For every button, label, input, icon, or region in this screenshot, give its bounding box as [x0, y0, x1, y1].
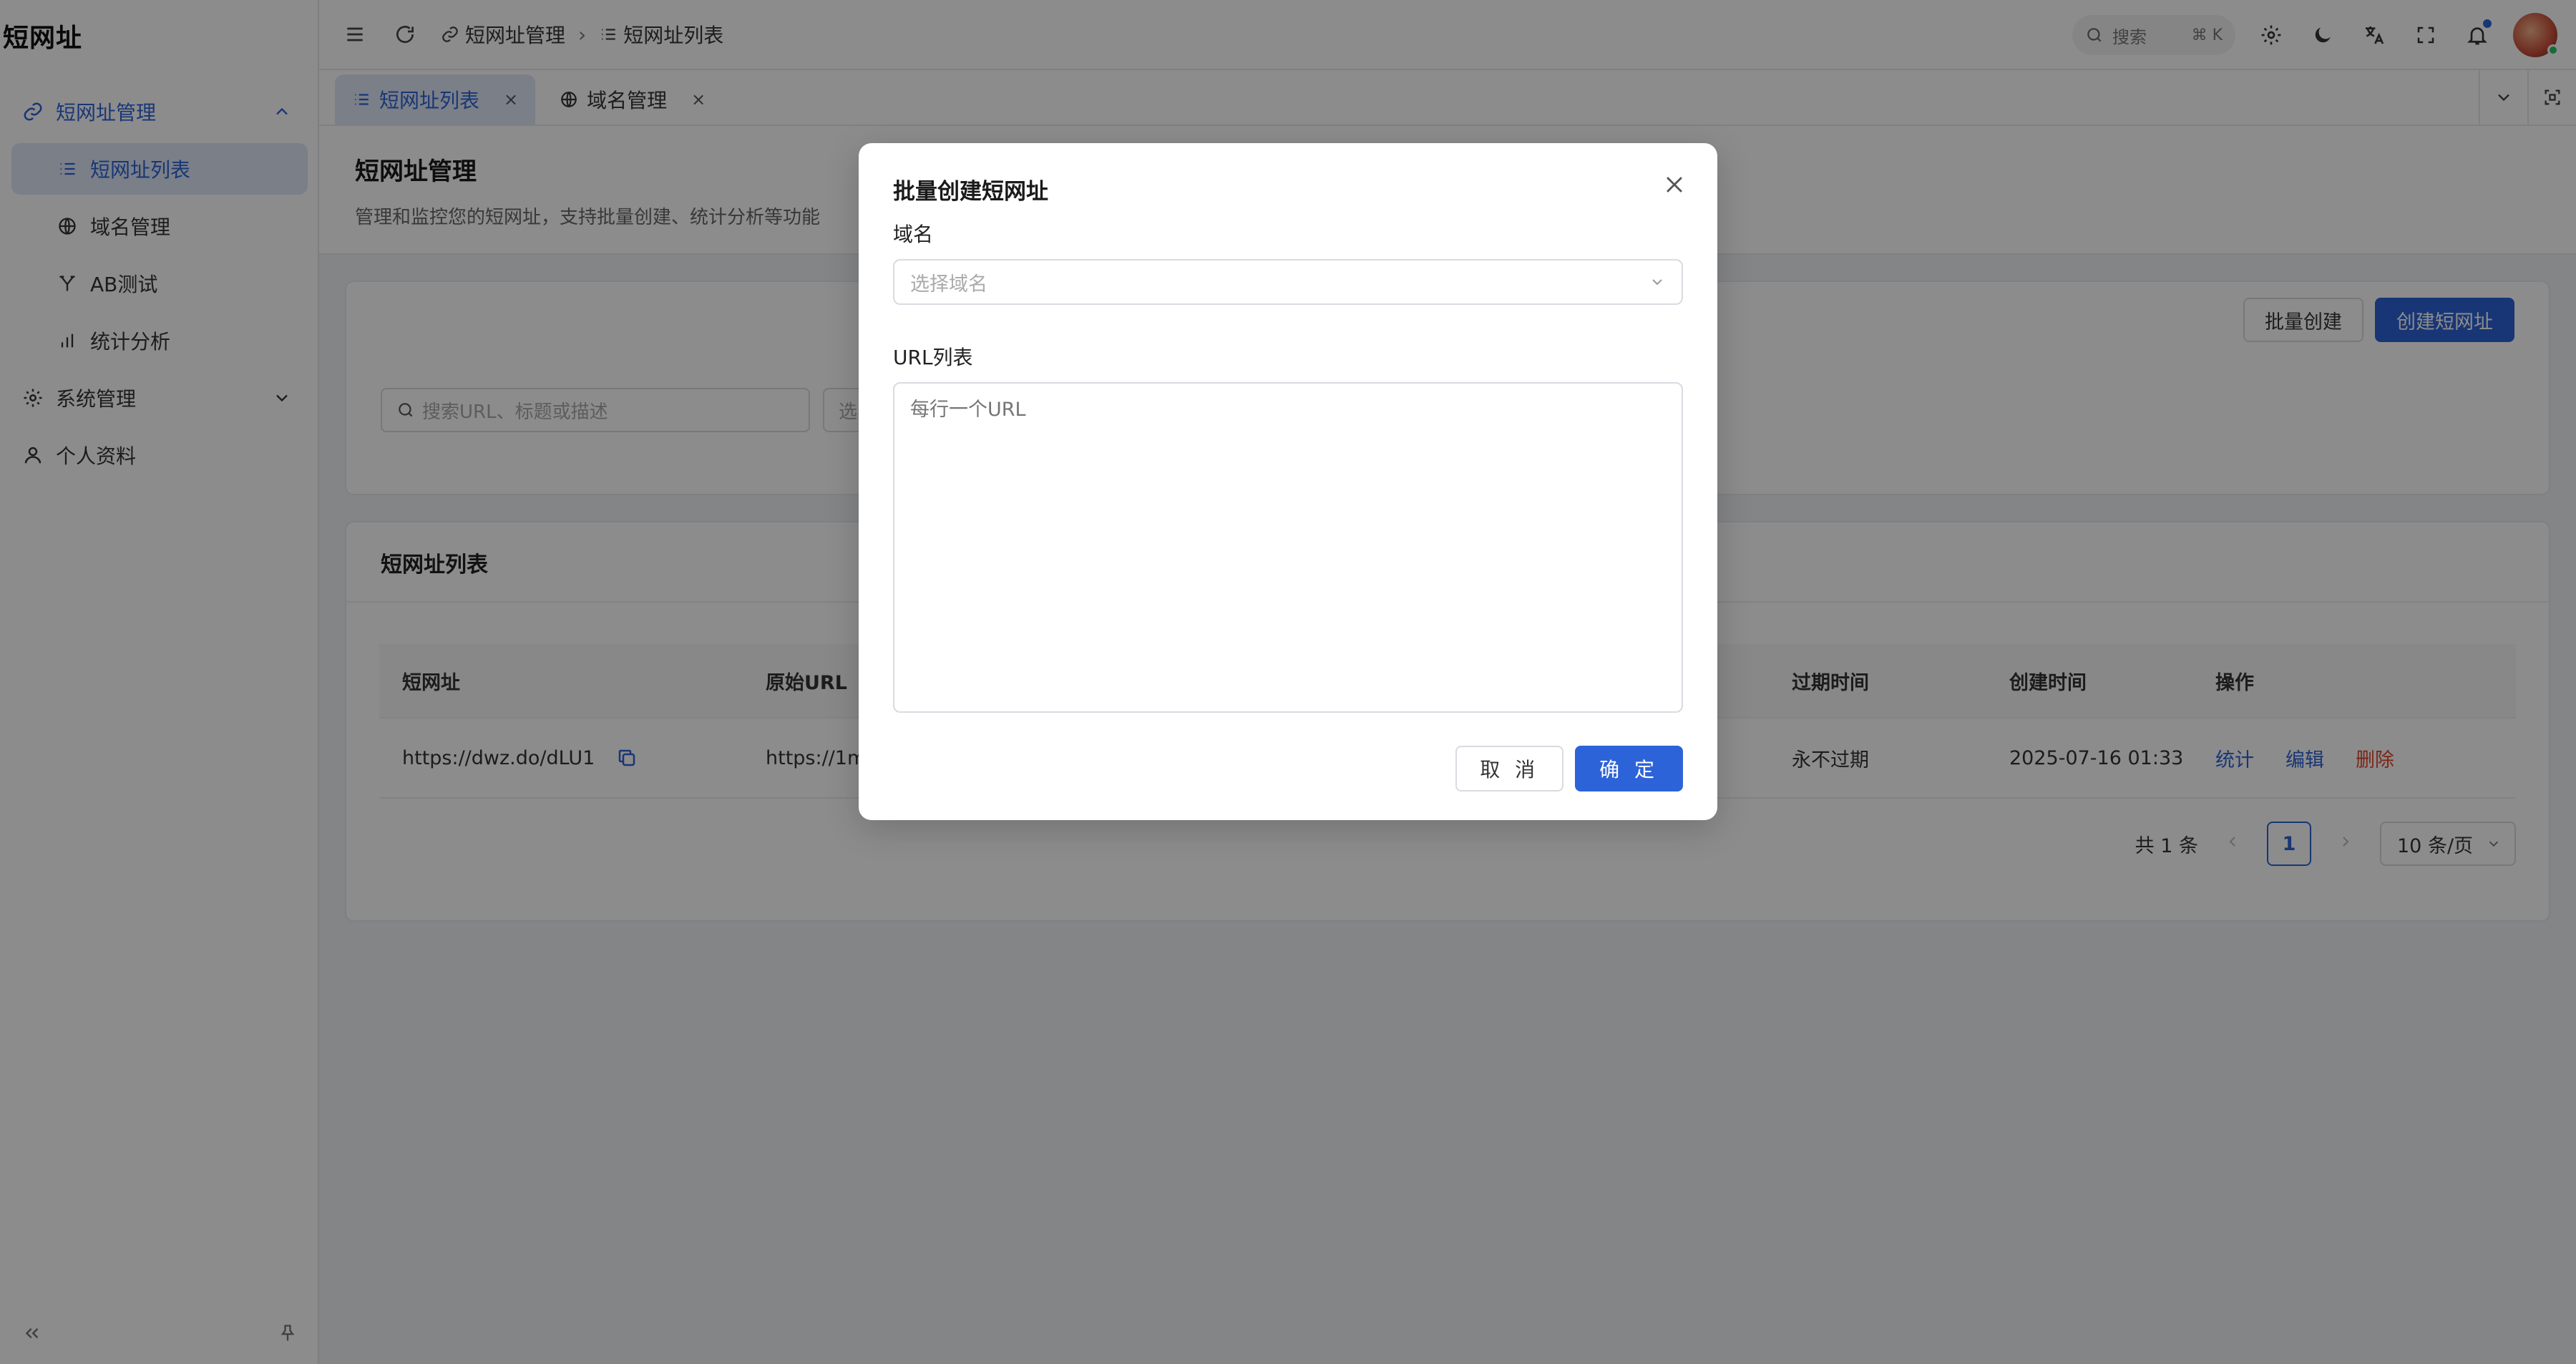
- ok-button[interactable]: 确 定: [1575, 746, 1683, 791]
- modal-footer: 取 消 确 定: [1455, 746, 1683, 791]
- batch-create-modal: 批量创建短网址 域名 选择域名 URL列表 取 消 确 定: [859, 143, 1717, 820]
- domain-select[interactable]: 选择域名: [893, 259, 1683, 305]
- url-list-textarea[interactable]: [893, 382, 1683, 713]
- close-icon[interactable]: [1659, 169, 1690, 200]
- modal-title: 批量创建短网址: [893, 179, 1048, 205]
- urls-label: URL列表: [893, 346, 973, 369]
- cancel-button[interactable]: 取 消: [1455, 746, 1564, 791]
- app-root: 短网址 短网址管理 短网址列表 域名管理 AB测试 统计分析 系统管理 个人资料…: [0, 0, 2576, 1364]
- domain-label: 域名: [893, 223, 934, 246]
- chevron-down-icon: [1652, 279, 1662, 286]
- domain-placeholder: 选择域名: [910, 273, 987, 296]
